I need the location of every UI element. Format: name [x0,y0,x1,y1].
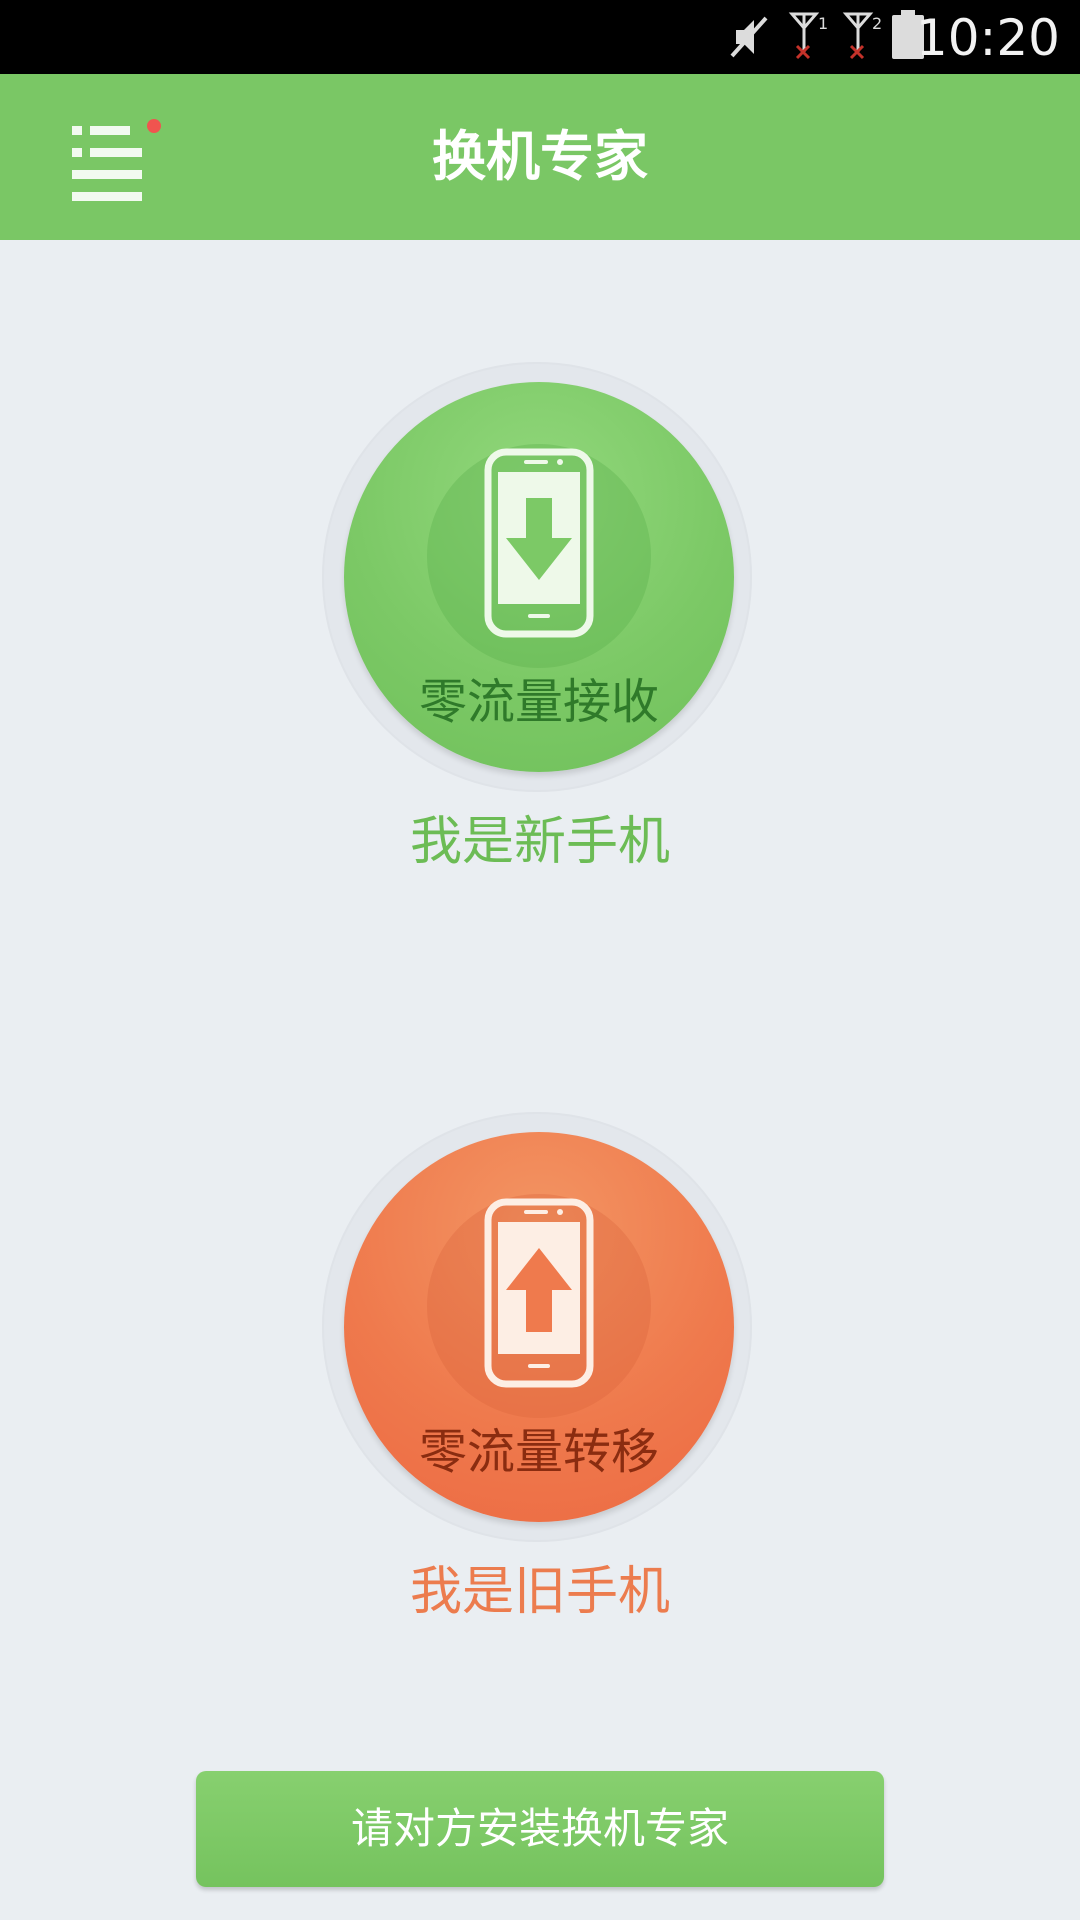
install-invite-button[interactable]: 请对方安装换机专家 [196,1771,884,1887]
mute-icon [730,16,768,58]
old-phone-label: 我是旧手机 [409,1562,670,1622]
sim2-label: 2 [872,14,883,33]
new-phone-label: 我是新手机 [409,812,670,872]
receive-button[interactable]: 零流量接收 [344,382,734,772]
send-button-ring: 零流量转移 [322,1112,752,1542]
status-bar: 1 2 10:20 [0,0,1080,74]
send-button[interactable]: 零流量转移 [344,1132,734,1522]
app-bar: 换机专家 [0,74,1080,240]
menu-button[interactable] [62,118,172,208]
receive-button-ring: 零流量接收 [322,362,752,792]
phone-upload-icon [484,1198,594,1388]
sim1-label: 1 [818,14,829,33]
receive-action-label: 零流量接收 [418,674,659,730]
screen: 1 2 10:20 换机专家 零流量接收 我是新手机 零流量转移 我是旧手机 请… [0,0,1080,1920]
send-action-label: 零流量转移 [418,1424,659,1480]
phone-download-icon [484,448,594,638]
status-time: 10:20 [915,9,1060,67]
notification-dot-icon [147,119,161,133]
